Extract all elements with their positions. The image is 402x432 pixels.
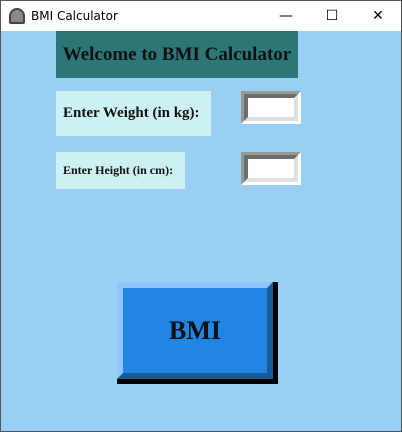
height-entry-frame	[241, 152, 301, 185]
welcome-heading: Welcome to BMI Calculator	[56, 31, 298, 78]
title-bar: BMI Calculator — ☐ ✕	[1, 1, 401, 31]
speedometer-app-icon	[9, 8, 25, 24]
height-label: Enter Height (in cm):	[56, 152, 185, 189]
weight-input[interactable]	[244, 94, 298, 121]
height-input[interactable]	[244, 155, 298, 182]
close-button[interactable]: ✕	[355, 1, 401, 31]
window-title: BMI Calculator	[31, 9, 118, 23]
bmi-button[interactable]: BMI	[117, 282, 278, 384]
weight-entry-frame	[241, 91, 301, 124]
bmi-button-label[interactable]: BMI	[117, 282, 273, 379]
maximize-button[interactable]: ☐	[309, 1, 355, 31]
weight-label: Enter Weight (in kg):	[56, 91, 211, 136]
app-window: BMI Calculator — ☐ ✕ Welcome to BMI Calc…	[0, 0, 402, 432]
minimize-button[interactable]: —	[263, 1, 309, 31]
